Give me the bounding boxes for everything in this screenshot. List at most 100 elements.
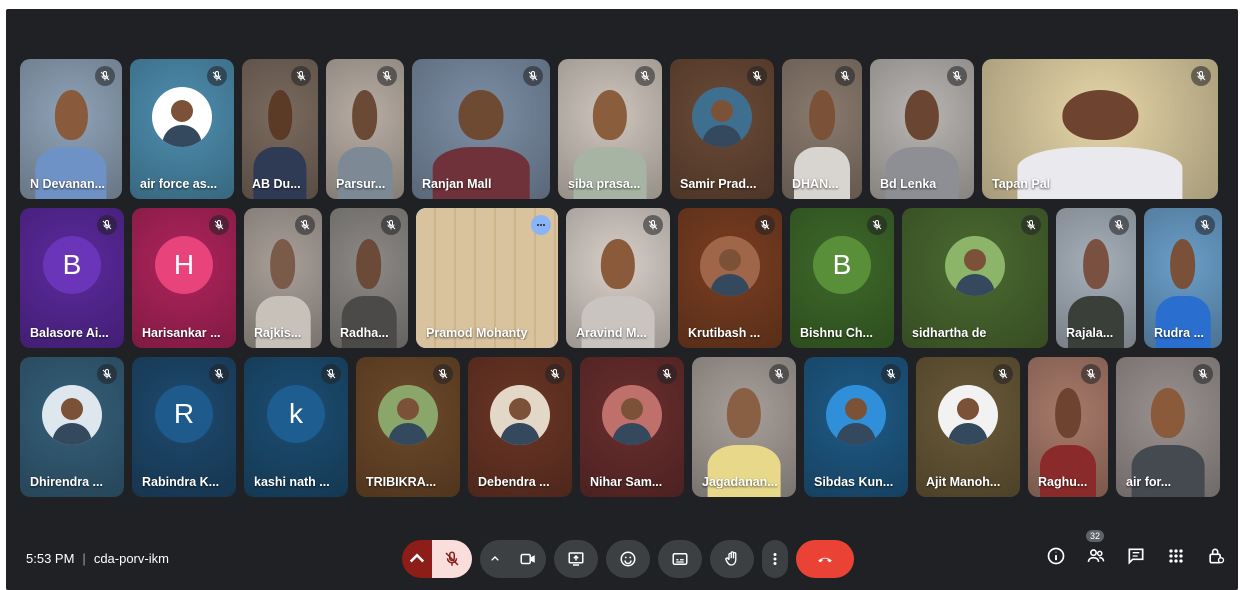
participant-name: Ranjan Mall [422, 177, 492, 191]
activities-button[interactable] [1164, 544, 1188, 568]
mic-off-indicator [209, 364, 229, 384]
participant-name: Nihar Sam... [590, 475, 663, 489]
participant-name: Radha... [340, 326, 389, 340]
participant-name: air for... [1126, 475, 1172, 489]
participant-tile[interactable]: TRIBIKRA... [356, 357, 460, 497]
mic-off-icon [382, 71, 392, 81]
mic-off-icon [1196, 71, 1206, 81]
participant-tile[interactable]: Krutibash ... [678, 208, 782, 348]
participant-avatar [378, 385, 438, 445]
participant-avatar [700, 236, 760, 296]
mic-off-icon [445, 551, 459, 566]
participant-tile[interactable]: Rudra ... [1144, 208, 1222, 348]
more-options-icon[interactable] [531, 215, 551, 235]
chat-button[interactable] [1124, 544, 1148, 568]
camera-options-button[interactable] [480, 540, 510, 578]
participant-tile[interactable]: Nihar Sam... [580, 357, 684, 497]
participant-tile[interactable]: B Bishnu Ch... [790, 208, 894, 348]
participant-avatar [152, 87, 212, 147]
participant-initial: R [155, 385, 213, 443]
raise-hand-button[interactable] [710, 540, 754, 578]
participant-tile[interactable]: Aravind M... [566, 208, 670, 348]
participant-tile[interactable]: sidhartha de [902, 208, 1048, 348]
participant-tile[interactable]: Rajala... [1056, 208, 1136, 348]
participant-tile[interactable]: N Devanan... [20, 59, 122, 199]
participant-tile[interactable]: Jagadanan... [692, 357, 796, 497]
mic-off-icon [840, 71, 850, 81]
participant-name: DHAN... [792, 177, 839, 191]
mic-off-indicator [291, 66, 311, 86]
participant-tile[interactable]: Radha... [330, 208, 408, 348]
mic-off-indicator [769, 364, 789, 384]
present-button[interactable] [554, 540, 598, 578]
mic-options-button[interactable] [402, 540, 432, 578]
participant-tile[interactable]: Pramod Mohanty [416, 208, 558, 348]
participant-avatar [490, 385, 550, 445]
clock-time: 5:53 PM [26, 551, 75, 566]
participant-tile[interactable]: Raghu... [1028, 357, 1108, 497]
participant-tile[interactable]: R Rabindra K... [132, 357, 236, 497]
host-controls-button[interactable] [1204, 544, 1228, 568]
participant-tile[interactable]: Ajit Manoh... [916, 357, 1020, 497]
participant-name: Bishnu Ch... [800, 326, 873, 340]
participant-tile[interactable]: DHAN... [782, 59, 862, 199]
participant-name: Rajala... [1066, 326, 1114, 340]
activities-icon [1169, 549, 1183, 563]
captions-button[interactable] [658, 540, 702, 578]
participant-name: Ajit Manoh... [926, 475, 1001, 489]
mic-off-icon [296, 71, 306, 81]
participant-tile[interactable]: siba prasa... [558, 59, 662, 199]
participant-tile[interactable]: Sibdas Kun... [804, 357, 908, 497]
participant-tile[interactable]: H Harisankar ... [132, 208, 236, 348]
participant-tile[interactable]: k kashi nath ... [244, 357, 348, 497]
participant-name: Rudra ... [1154, 326, 1205, 340]
meta-separator: | [82, 551, 86, 566]
participant-tile[interactable]: Rajkis... [244, 208, 322, 348]
participant-tile[interactable]: Samir Prad... [670, 59, 774, 199]
participant-tile[interactable]: Tapan Pal [982, 59, 1218, 199]
participant-initial: k [267, 385, 325, 443]
participant-name: Krutibash ... [688, 326, 761, 340]
participant-name: siba prasa... [568, 177, 641, 191]
camera-control-group [480, 540, 546, 578]
people-button[interactable]: 32 [1084, 530, 1108, 568]
participant-tile[interactable]: Parsur... [326, 59, 404, 199]
side-panel-controls: 32 [1044, 530, 1228, 568]
mic-off-indicator [867, 215, 887, 235]
participant-name: N Devanan... [30, 177, 106, 191]
participant-name: AB Du... [252, 177, 301, 191]
mic-off-indicator [295, 215, 315, 235]
mic-off-icon [326, 369, 336, 379]
end-call-icon [818, 557, 832, 563]
participant-name: air force as... [140, 177, 218, 191]
participant-tile[interactable]: Bd Lenka [870, 59, 974, 199]
meeting-code: cda-porv-ikm [93, 551, 169, 566]
chat-icon [1128, 548, 1144, 565]
emoji-button[interactable] [606, 540, 650, 578]
mic-off-icon [1198, 369, 1208, 379]
meeting-details-button[interactable] [1044, 544, 1068, 568]
participant-tile[interactable]: Dhirendra ... [20, 357, 124, 497]
more-options-button[interactable] [762, 540, 788, 578]
participant-tile[interactable]: Ranjan Mall [412, 59, 550, 199]
participant-tile[interactable]: air for... [1116, 357, 1220, 497]
participant-avatar [42, 385, 102, 445]
mic-off-indicator [523, 66, 543, 86]
mic-off-indicator [1191, 66, 1211, 86]
chevron-up-icon [409, 553, 425, 563]
mic-off-indicator [635, 66, 655, 86]
participant-tile[interactable]: Debendra ... [468, 357, 572, 497]
mic-toggle-button[interactable] [432, 540, 472, 578]
mic-off-indicator [835, 66, 855, 86]
mic-off-indicator [947, 66, 967, 86]
mic-off-icon [300, 220, 310, 230]
leave-call-button[interactable] [796, 540, 854, 578]
participant-tile[interactable]: B Balasore Ai... [20, 208, 124, 348]
mic-off-indicator [433, 364, 453, 384]
participant-tile[interactable]: AB Du... [242, 59, 318, 199]
mic-off-icon [386, 220, 396, 230]
participant-tile[interactable]: air force as... [130, 59, 234, 199]
participant-avatar [602, 385, 662, 445]
present-icon [568, 552, 584, 566]
camera-toggle-button[interactable] [510, 540, 546, 578]
